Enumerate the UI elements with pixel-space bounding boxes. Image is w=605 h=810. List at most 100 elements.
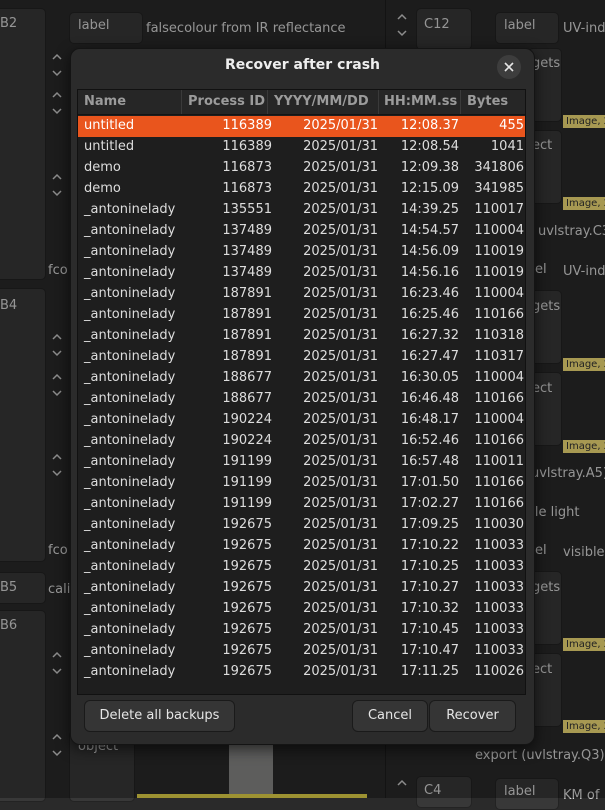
cell-date: 2025/01/31 — [303, 118, 378, 133]
cell-name: _antoninelady — [84, 223, 176, 238]
column-header-time[interactable]: HH:MM.ss — [384, 94, 457, 109]
cell-process-id: 191199 — [222, 454, 272, 469]
cell-bytes: 110033 — [474, 601, 524, 616]
cell-time: 16:52.46 — [400, 433, 459, 448]
cell-name: _antoninelady — [84, 496, 176, 511]
cell-name: _antoninelady — [84, 349, 176, 364]
cell-date: 2025/01/31 — [303, 391, 378, 406]
close-icon — [504, 62, 514, 72]
table-row[interactable]: _antoninelady 191199 2025/01/31 17:02.27 110… — [78, 494, 525, 515]
table-row[interactable]: _antoninelady 137489 2025/01/31 14:56.16 110… — [78, 263, 525, 284]
column-divider — [267, 90, 268, 114]
cell-name: _antoninelady — [84, 580, 176, 595]
cell-process-id: 190224 — [222, 433, 272, 448]
table-row[interactable]: _antoninelady 188677 2025/01/31 16:30.05 110… — [78, 368, 525, 389]
cell-process-id: 192675 — [222, 601, 272, 616]
cell-date: 2025/01/31 — [303, 181, 378, 196]
cell-name: untitled — [84, 118, 135, 133]
delete-all-backups-button[interactable]: Delete all backups — [84, 700, 235, 732]
cell-bytes: 1041 — [490, 139, 524, 154]
table-row[interactable]: _antoninelady 190224 2025/01/31 16:52.46 110… — [78, 431, 525, 452]
cell-process-id: 137489 — [222, 223, 272, 238]
cell-date: 2025/01/31 — [303, 223, 378, 238]
cell-name: _antoninelady — [84, 244, 176, 259]
cell-time: 16:27.32 — [400, 328, 459, 343]
cell-process-id: 116389 — [222, 118, 272, 133]
table-row[interactable]: _antoninelady 192675 2025/01/31 17:10.47 110… — [78, 641, 525, 662]
cell-bytes: 110011 — [474, 454, 524, 469]
cell-bytes: 110033 — [474, 622, 524, 637]
cell-time: 12:08.54 — [400, 139, 459, 154]
table-row[interactable]: _antoninelady 187891 2025/01/31 16:27.47 110… — [78, 347, 525, 368]
cell-name: demo — [84, 181, 121, 196]
cell-name: untitled — [84, 139, 135, 154]
cell-name: _antoninelady — [84, 370, 176, 385]
cell-process-id: 192675 — [222, 559, 272, 574]
cell-bytes: 110004 — [474, 412, 524, 427]
table-row[interactable]: demo 116873 2025/01/31 12:09.38 341806 — [78, 158, 525, 179]
table-row[interactable]: _antoninelady 135551 2025/01/31 14:39.25 110… — [78, 200, 525, 221]
column-divider — [378, 90, 379, 114]
cell-bytes: 110019 — [474, 244, 524, 259]
table-row[interactable]: _antoninelady 192675 2025/01/31 17:09.25 110… — [78, 515, 525, 536]
table-row[interactable]: _antoninelady 192675 2025/01/31 17:11.25 110… — [78, 662, 525, 683]
cell-time: 12:15.09 — [400, 181, 459, 196]
cell-process-id: 135551 — [222, 202, 272, 217]
cell-process-id: 137489 — [222, 244, 272, 259]
table-row[interactable]: untitled 116389 2025/01/31 12:08.54 1041 — [78, 137, 525, 158]
recover-dialog: Recover after crash Name Process ID YYYY… — [70, 48, 535, 745]
cell-bytes: 110033 — [474, 559, 524, 574]
cell-time: 17:11.25 — [400, 664, 459, 679]
column-header-name[interactable]: Name — [84, 94, 126, 109]
cell-date: 2025/01/31 — [303, 517, 378, 532]
cell-process-id: 192675 — [222, 538, 272, 553]
cell-name: _antoninelady — [84, 328, 176, 343]
cell-time: 17:10.25 — [400, 559, 459, 574]
table-row[interactable]: _antoninelady 187891 2025/01/31 16:27.32 110… — [78, 326, 525, 347]
cell-time: 17:10.47 — [400, 643, 459, 658]
table-row[interactable]: _antoninelady 187891 2025/01/31 16:23.46 110… — [78, 284, 525, 305]
cell-date: 2025/01/31 — [303, 202, 378, 217]
table-row[interactable]: demo 116873 2025/01/31 12:15.09 341985 — [78, 179, 525, 200]
cell-process-id: 187891 — [222, 349, 272, 364]
cell-name: _antoninelady — [84, 643, 176, 658]
cell-time: 16:27.47 — [400, 349, 459, 364]
backup-table[interactable]: Name Process ID YYYY/MM/DD HH:MM.ss Byte… — [77, 89, 526, 695]
table-row[interactable]: _antoninelady 192675 2025/01/31 17:10.32 110… — [78, 599, 525, 620]
column-header-date[interactable]: YYYY/MM/DD — [274, 94, 369, 109]
cell-time: 16:48.17 — [400, 412, 459, 427]
cell-date: 2025/01/31 — [303, 538, 378, 553]
cell-time: 12:08.37 — [400, 118, 459, 133]
table-row[interactable]: _antoninelady 187891 2025/01/31 16:25.46 110… — [78, 305, 525, 326]
cell-name: _antoninelady — [84, 286, 176, 301]
table-row[interactable]: _antoninelady 192675 2025/01/31 17:10.22 110… — [78, 536, 525, 557]
cell-bytes: 110166 — [474, 475, 524, 490]
cell-bytes: 110033 — [474, 580, 524, 595]
column-divider — [460, 90, 461, 114]
table-row[interactable]: _antoninelady 191199 2025/01/31 17:01.50 110… — [78, 473, 525, 494]
cell-process-id: 116389 — [222, 139, 272, 154]
table-row[interactable]: _antoninelady 191199 2025/01/31 16:57.48 110… — [78, 452, 525, 473]
cancel-button[interactable]: Cancel — [352, 700, 428, 732]
table-row[interactable]: _antoninelady 188677 2025/01/31 16:46.48 110… — [78, 389, 525, 410]
cell-date: 2025/01/31 — [303, 580, 378, 595]
close-button[interactable] — [497, 55, 521, 79]
cell-time: 14:39.25 — [400, 202, 459, 217]
cell-name: _antoninelady — [84, 538, 176, 553]
table-row[interactable]: _antoninelady 137489 2025/01/31 14:56.09 110… — [78, 242, 525, 263]
cell-date: 2025/01/31 — [303, 412, 378, 427]
table-row[interactable]: untitled 116389 2025/01/31 12:08.37 455 — [78, 116, 525, 137]
table-row[interactable]: _antoninelady 192675 2025/01/31 17:10.27 110… — [78, 578, 525, 599]
cell-bytes: 110166 — [474, 433, 524, 448]
table-row[interactable]: _antoninelady 137489 2025/01/31 14:54.57 110… — [78, 221, 525, 242]
cell-process-id: 191199 — [222, 496, 272, 511]
table-row[interactable]: _antoninelady 192675 2025/01/31 17:10.45 110… — [78, 620, 525, 641]
cell-time: 14:54.57 — [400, 223, 459, 238]
table-row[interactable]: _antoninelady 192675 2025/01/31 17:10.25 110… — [78, 557, 525, 578]
cell-process-id: 116873 — [222, 181, 272, 196]
column-header-bytes[interactable]: Bytes — [467, 94, 508, 109]
cell-time: 17:02.27 — [400, 496, 459, 511]
recover-button[interactable]: Recover — [429, 700, 516, 732]
column-header-pid[interactable]: Process ID — [188, 94, 265, 109]
table-row[interactable]: _antoninelady 190224 2025/01/31 16:48.17 110… — [78, 410, 525, 431]
